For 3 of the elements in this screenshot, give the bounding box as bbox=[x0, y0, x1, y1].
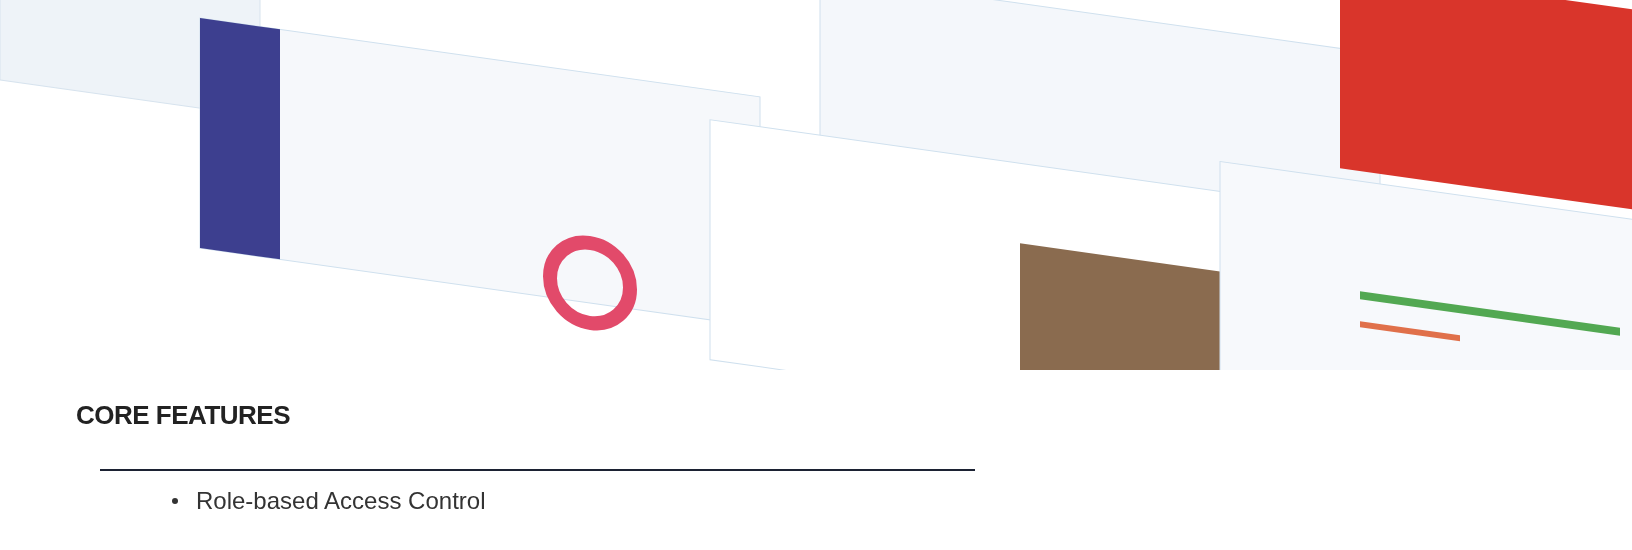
section-heading: CORE FEATURES bbox=[76, 400, 292, 431]
bullet-icon bbox=[172, 498, 178, 504]
feature-item: Role-based Access Control bbox=[196, 487, 486, 515]
